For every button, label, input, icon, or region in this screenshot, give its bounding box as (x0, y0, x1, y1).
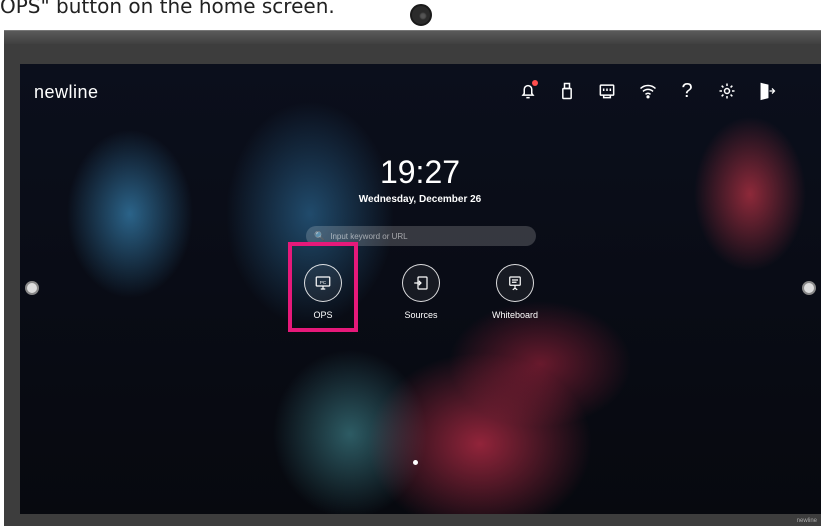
input-source-icon (402, 264, 440, 302)
whiteboard-icon (496, 264, 534, 302)
app-whiteboard[interactable]: Whiteboard (480, 264, 550, 320)
search-placeholder[interactable]: Input keyword or URL (330, 232, 407, 241)
clock-date: Wednesday, December 26 (358, 194, 482, 205)
app-sources-label: Sources (404, 310, 438, 320)
page-indicator-dot[interactable] (413, 460, 418, 465)
clock-time: 19:27 (379, 154, 461, 190)
usb-storage-icon[interactable] (556, 80, 578, 102)
bezel-brand: newline (796, 518, 817, 524)
notification-badge (532, 80, 538, 86)
right-side-menu-button[interactable] (802, 281, 816, 295)
app-sources[interactable]: Sources (386, 264, 456, 320)
home-screen: newline ? 19:27 Wednesday, December 26 🔍… (20, 64, 821, 514)
instruction-caption: OPS" button on the home screen. (0, 0, 335, 18)
settings-gear-icon[interactable] (716, 80, 738, 102)
search-icon: 🔍 (314, 230, 326, 241)
notification-bell-icon[interactable] (517, 80, 539, 102)
ops-highlight-box (288, 242, 358, 332)
app-whiteboard-label: Whiteboard (491, 310, 539, 320)
ethernet-icon[interactable] (596, 80, 618, 102)
wifi-icon[interactable] (637, 80, 659, 102)
help-icon[interactable]: ? (676, 80, 698, 102)
exit-icon[interactable] (756, 80, 778, 102)
left-side-menu-button[interactable] (25, 281, 39, 295)
newline-logo: newline (34, 82, 99, 102)
